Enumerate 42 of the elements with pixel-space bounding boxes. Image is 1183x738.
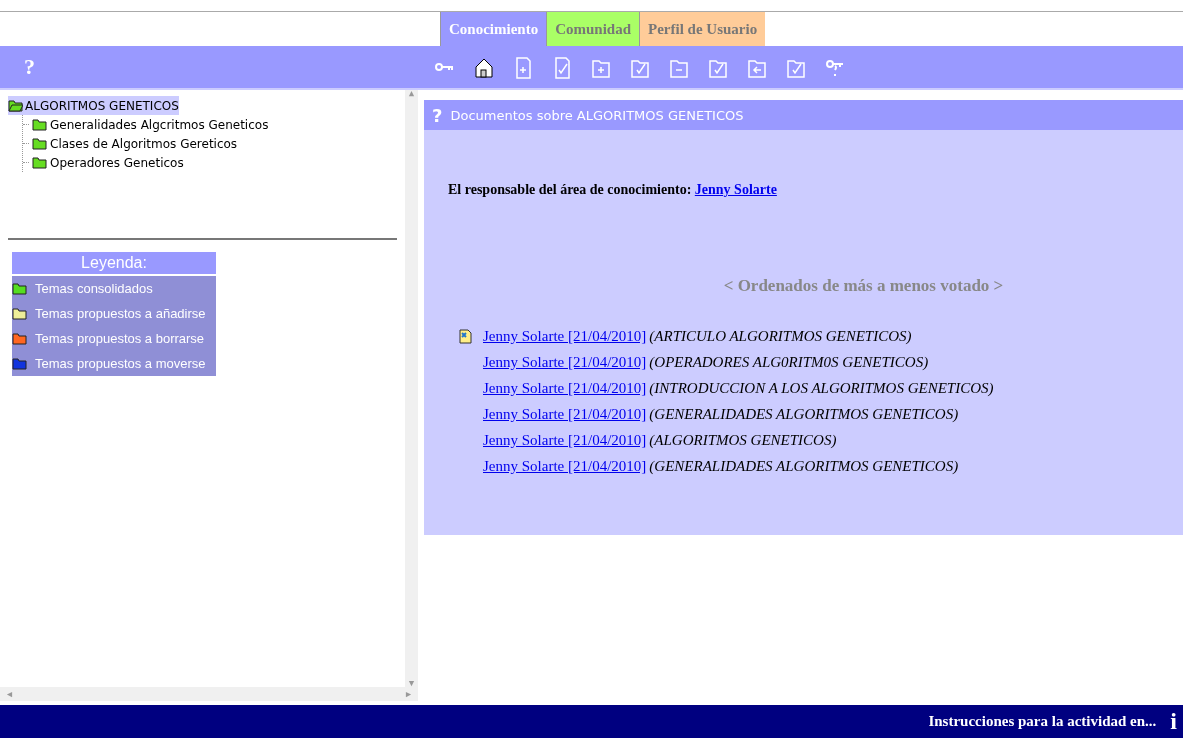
tree-item[interactable]: ALGORITMOS GENETICOS	[8, 96, 179, 115]
document-title: (GENERALIDADES ALGORITMOS GENETICOS)	[649, 406, 959, 423]
document-link[interactable]: Jenny Solarte [21/04/2010]	[483, 406, 647, 423]
document-icon	[458, 329, 472, 344]
folder-icon	[32, 156, 47, 169]
document-title: (OPERADORES ALG0RITM0S GENETICOS)	[649, 354, 929, 371]
document-link[interactable]: Jenny Solarte [21/04/2010]	[483, 354, 647, 371]
scroll-arrow-icon[interactable]	[6, 690, 13, 698]
legend-label: Temas consolidados	[35, 281, 153, 296]
tree-item[interactable]: Generalidades Algcritmos Geneticos	[50, 117, 269, 132]
folder-icon	[8, 99, 23, 112]
legend-title: Leyenda:	[12, 252, 216, 274]
instructions-link[interactable]: Instrucciones para la actividad en...	[928, 713, 1157, 730]
info-button[interactable]: i	[1170, 708, 1177, 735]
document-link[interactable]: Jenny Solarte [21/04/2010]	[483, 328, 647, 345]
responsible-link[interactable]: Jenny Solarte	[694, 182, 777, 197]
document-title: (INTRODUCCION A LOS ALGORITMOS GENETICOS)	[649, 380, 994, 397]
document-link[interactable]: Jenny Solarte [21/04/2010]	[483, 432, 647, 449]
folder-icon	[12, 357, 27, 370]
vertical-scrollbar[interactable]	[405, 90, 418, 687]
folder-icon	[12, 282, 27, 295]
responsible-label: El responsable del área de conocimiento:	[448, 182, 692, 197]
folder-icon	[12, 307, 27, 320]
sort-note: < Ordenados de más a menos votado >	[722, 276, 1005, 296]
document-title: (ARTICULO ALGORITMOS GENETICOS)	[649, 328, 912, 345]
document-title: (ALGORITMOS GENETICOS)	[649, 432, 837, 449]
tab[interactable]: Comunidad	[546, 12, 640, 46]
tree-item[interactable]: Clases de Algoritmos Gereticos	[50, 136, 238, 151]
scroll-arrow-icon[interactable]	[408, 90, 415, 97]
panel-title: Documentos sobre ALGORITMOS GENETICOS	[450, 107, 744, 123]
legend-label: Temas propuestos a moverse	[35, 356, 206, 371]
tree-item[interactable]: Operadores Geneticos	[50, 155, 184, 170]
document-link[interactable]: Jenny Solarte [21/04/2010]	[483, 458, 647, 475]
folder-icon	[32, 137, 47, 150]
document-link[interactable]: Jenny Solarte [21/04/2010]	[483, 380, 647, 397]
legend-label: Temas propuestos a borrarse	[35, 331, 205, 346]
horizontal-scrollbar[interactable]	[0, 687, 418, 701]
document-title: (GENERALIDADES ALGORITMOS GENETICOS)	[649, 458, 959, 475]
folder-icon	[32, 118, 47, 131]
folder-icon	[12, 332, 27, 345]
tab[interactable]: Perfil de Usuario	[639, 12, 766, 46]
legend-label: Temas propuestos a añadirse	[35, 306, 206, 321]
